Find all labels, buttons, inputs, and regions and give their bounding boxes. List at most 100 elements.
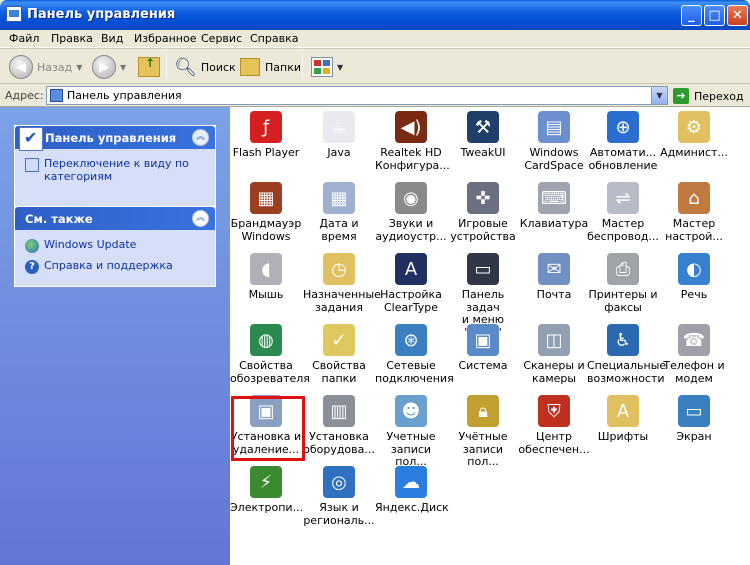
control-panel-item[interactable]: ⌂ Мастер настрой... [658, 182, 730, 243]
control-panel-item[interactable]: ☎ Телефон и модем [658, 324, 730, 385]
maximize-button[interactable]: □ [704, 5, 725, 26]
menu-help[interactable]: Справка [250, 32, 298, 45]
collapse-chevron-icon[interactable]: ︽ [192, 129, 209, 146]
control-panel-item[interactable]: ✓ Свойства папки [303, 324, 375, 385]
views-dropdown-icon: ▼ [337, 62, 344, 72]
firewall-icon: ▦ [250, 182, 282, 214]
go-button[interactable]: ➔ Переход [673, 87, 744, 105]
windows-update-link[interactable]: Windows Update [25, 238, 207, 253]
internet-options-icon: ◍ [250, 324, 282, 356]
control-panel-item[interactable]: ⛨ Центр обеспечен... [518, 395, 590, 456]
address-value: Панель управления [67, 89, 182, 102]
cleartype-icon: A [395, 253, 427, 285]
calendar-icon: ▦ [323, 182, 355, 214]
control-panel-item-label: Система [458, 359, 508, 372]
control-panel-item-label: Звуки и аудиоустр... [375, 217, 447, 243]
control-panel-icon [6, 6, 22, 22]
items-grid: ƒ Flash Player ☕ Java ◀) Realtek HD Конфигура… [230, 107, 750, 565]
control-panel-item[interactable]: ✜ Игровые устройства [447, 182, 519, 243]
control-panel-item[interactable]: ⊛ Сетевые подключения [375, 324, 454, 385]
control-panel-item[interactable]: ▭ Экран [658, 395, 730, 444]
globe-update-icon: ⊕ [607, 111, 639, 143]
control-panel-item[interactable]: 🔒︎ Учётные записи пол... [447, 395, 519, 469]
phone-icon: ☎ [678, 324, 710, 356]
windows-update-label: Windows Update [44, 238, 137, 251]
control-panel-item[interactable]: ⊕ Автомати... обновление [587, 111, 659, 172]
control-panel-item[interactable]: ▣ Система [447, 324, 519, 373]
control-panel-item[interactable]: ▦ Дата и время [303, 182, 375, 243]
control-panel-item[interactable]: ☕ Java [303, 111, 375, 160]
control-panel-box-header[interactable]: Панель управления ︽ [15, 126, 215, 151]
control-panel-item-label: Свойства папки [312, 359, 366, 385]
control-panel-item[interactable]: ◀) Realtek HD Конфигура... [375, 111, 450, 172]
menu-bar: Файл Правка Вид Избранное Сервис Справка [0, 30, 750, 48]
help-support-link[interactable]: ? Справка и поддержка [25, 259, 207, 274]
title-bar: Панель управления _ □ ✕ [0, 0, 750, 30]
menu-view[interactable]: Вид [101, 32, 123, 45]
control-panel-item[interactable]: ⚡ Электропи... [230, 466, 303, 515]
up-folder-button[interactable]: ↑ [138, 53, 160, 81]
control-panel-item[interactable]: ⌨ Клавиатура [518, 182, 590, 231]
taskbar-icon: ▭ [467, 253, 499, 285]
java-icon: ☕ [323, 111, 355, 143]
control-panel-item-label: Назначенные задания [303, 288, 381, 314]
network-icon: ⊛ [395, 324, 427, 356]
control-panel-box-title: Панель управления [45, 131, 177, 145]
control-panel-item[interactable]: ⎙ Принтеры и факсы [587, 253, 659, 314]
control-panel-item[interactable]: ◷ Назначенные задания [303, 253, 381, 314]
see-also-box: См. также ︽ Windows Update ? Справка и п… [14, 206, 216, 287]
collapse-chevron-icon[interactable]: ︽ [192, 210, 209, 227]
back-button[interactable]: ◀ Назад ▼ [9, 53, 82, 81]
menu-file[interactable]: Файл [9, 32, 39, 45]
control-panel-item[interactable]: ✉ Почта [518, 253, 590, 302]
control-panel-item[interactable]: ☁ Яндекс.Диск [375, 466, 449, 515]
control-panel-item[interactable]: ▥ Установка оборудова... [303, 395, 375, 456]
control-panel-item-label: Экран [676, 430, 712, 443]
search-button[interactable]: 🔍︎ Поиск [174, 53, 236, 81]
toolbar: ◀ Назад ▼ ▶ ▼ ↑ 🔍︎ Поиск Папки ▼ [0, 48, 750, 84]
folder-options-icon: ✓ [323, 324, 355, 356]
address-dropdown-icon[interactable]: ▼ [651, 87, 667, 104]
control-panel-item[interactable]: ▦ Брандмауэр Windows [230, 182, 302, 243]
control-panel-item[interactable]: ▤ Windows CardSpace [518, 111, 590, 172]
see-also-title: См. также [25, 212, 93, 226]
up-folder-icon: ↑ [138, 56, 160, 77]
task-pane: Панель управления ︽ Переключение к виду … [0, 107, 230, 565]
close-button[interactable]: ✕ [727, 5, 748, 26]
control-panel-item[interactable]: ☻ Учетные записи пол... [375, 395, 447, 469]
control-panel-item[interactable]: ◖ Мышь [230, 253, 302, 302]
control-panel-item[interactable]: A Шрифты [587, 395, 659, 444]
forward-button[interactable]: ▶ ▼ [92, 53, 126, 81]
views-icon [311, 57, 333, 77]
control-panel-item[interactable]: ⚙ Админист... [658, 111, 730, 160]
control-panel-item[interactable]: ⚒ TweakUI [447, 111, 519, 160]
go-label: Переход [694, 89, 744, 103]
menu-tools[interactable]: Сервис [201, 32, 242, 45]
system-icon: ▣ [467, 324, 499, 356]
see-also-box-header[interactable]: См. также ︽ [15, 207, 215, 230]
control-panel-item[interactable]: ◫ Сканеры и камеры [518, 324, 590, 385]
hardware-icon: ▥ [323, 395, 355, 427]
control-panel-item-label: Игровые устройства [450, 217, 516, 243]
control-panel-item[interactable]: ◎ Язык и региональ... [303, 466, 375, 527]
control-panel-item-label: Клавиатура [519, 217, 589, 230]
switch-to-category-view-link[interactable]: Переключение к виду по категориям [25, 157, 207, 183]
window-title: Панель управления [27, 7, 176, 22]
control-panel-item-label: Центр обеспечен... [518, 430, 590, 456]
control-panel-item[interactable]: ♿ Специальные возможности [587, 324, 666, 385]
views-button[interactable]: ▼ [311, 53, 343, 81]
control-panel-item[interactable]: ƒ Flash Player [230, 111, 302, 160]
control-panel-item[interactable]: ◍ Свойства обозревателя [230, 324, 310, 385]
control-panel-item[interactable]: ◉ Звуки и аудиоустр... [375, 182, 447, 243]
minimize-button[interactable]: _ [681, 5, 702, 26]
control-panel-item-label: Flash Player [232, 146, 300, 159]
menu-edit[interactable]: Правка [51, 32, 93, 45]
control-panel-item-label: Почта [536, 288, 572, 301]
control-panel-item[interactable]: A Настройка ClearType [375, 253, 447, 314]
menu-favorites[interactable]: Избранное [134, 32, 196, 45]
control-panel-item[interactable]: ⇌ Мастер беспровод... [587, 182, 659, 243]
search-icon: 🔍︎ [174, 56, 197, 78]
control-panel-item[interactable]: ◐ Речь [658, 253, 730, 302]
folders-button[interactable]: Папки [240, 53, 301, 81]
address-input[interactable]: Панель управления ▼ [46, 86, 668, 105]
